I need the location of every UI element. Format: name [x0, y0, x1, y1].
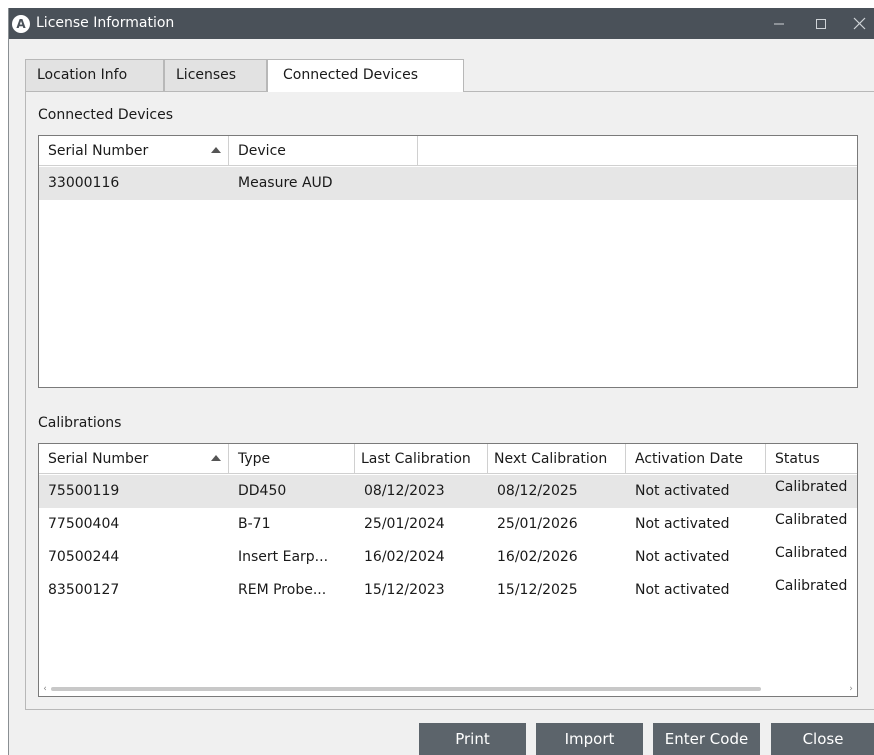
- serial-number-cell: 75500119: [48, 483, 120, 499]
- table-row[interactable]: 83500127 REM Probe... 15/12/2023 15/12/2…: [39, 574, 857, 607]
- column-header-label: Type: [238, 451, 271, 467]
- close-button[interactable]: Close: [771, 723, 874, 755]
- column-header-label: Device: [238, 143, 286, 159]
- scrollbar-thumb[interactable]: [51, 687, 761, 691]
- sort-ascending-icon: [211, 455, 221, 461]
- scroll-right-icon[interactable]: ›: [845, 682, 857, 696]
- type-cell: DD450: [238, 483, 287, 499]
- tab-licenses[interactable]: Licenses: [164, 59, 267, 91]
- status-cell: Calibrated: [775, 578, 848, 594]
- status-cell: Calibrated: [775, 512, 848, 528]
- enter-code-button[interactable]: Enter Code: [653, 723, 760, 755]
- column-header-status[interactable]: Status: [766, 444, 857, 474]
- serial-number-cell: 33000116: [48, 175, 120, 191]
- horizontal-scrollbar[interactable]: ‹ ›: [39, 682, 857, 696]
- type-cell: REM Probe...: [238, 582, 327, 598]
- status-cell: Calibrated: [775, 479, 848, 495]
- column-header-label: Next Calibration: [494, 451, 608, 467]
- app-logo-icon: A: [12, 15, 30, 33]
- column-header-type[interactable]: Type: [229, 444, 355, 474]
- grid-header: Serial Number Type Last Calibration Next…: [39, 444, 857, 474]
- type-cell: Insert Earp...: [238, 549, 329, 565]
- last-calibration-cell: 25/01/2024: [364, 516, 445, 532]
- table-row[interactable]: 70500244 Insert Earp... 16/02/2024 16/02…: [39, 541, 857, 574]
- window-title: License Information: [36, 15, 175, 31]
- close-icon: [853, 17, 865, 30]
- tab-content-panel: Connected Devices Serial Number Device 3…: [25, 91, 874, 710]
- minimize-icon: [774, 23, 784, 24]
- activation-date-cell: Not activated: [635, 582, 730, 598]
- column-header-label: Activation Date: [635, 451, 744, 467]
- grid-header: Serial Number Device: [39, 136, 857, 166]
- last-calibration-cell: 15/12/2023: [364, 582, 445, 598]
- table-row[interactable]: 75500119 DD450 08/12/2023 08/12/2025 Not…: [39, 475, 857, 508]
- column-header-serial-number[interactable]: Serial Number: [39, 444, 229, 474]
- window-close-button[interactable]: [843, 8, 874, 39]
- activation-date-cell: Not activated: [635, 483, 730, 499]
- column-header-device[interactable]: Device: [229, 136, 418, 166]
- column-header-label: Status: [775, 451, 820, 467]
- next-calibration-cell: 25/01/2026: [497, 516, 578, 532]
- activation-date-cell: Not activated: [635, 516, 730, 532]
- calibrations-grid[interactable]: Serial Number Type Last Calibration Next…: [38, 443, 858, 697]
- column-header-label: Serial Number: [48, 451, 149, 467]
- column-header-activation-date[interactable]: Activation Date: [626, 444, 766, 474]
- title-bar[interactable]: A License Information: [9, 8, 874, 39]
- import-button[interactable]: Import: [536, 723, 643, 755]
- activation-date-cell: Not activated: [635, 549, 730, 565]
- sort-ascending-icon: [211, 147, 221, 153]
- status-cell: Calibrated: [775, 545, 848, 561]
- maximize-icon: [816, 18, 826, 29]
- column-header-next-calibration[interactable]: Next Calibration: [488, 444, 626, 474]
- next-calibration-cell: 15/12/2025: [497, 582, 578, 598]
- device-cell: Measure AUD: [238, 175, 333, 191]
- connected-devices-grid[interactable]: Serial Number Device 33000116 Measure AU…: [38, 135, 858, 388]
- tab-location-info[interactable]: Location Info: [25, 59, 164, 91]
- license-information-window: A License Information Location Info Lice…: [8, 8, 874, 755]
- minimize-button[interactable]: [759, 8, 799, 39]
- connected-devices-label: Connected Devices: [38, 107, 174, 123]
- last-calibration-cell: 16/02/2024: [364, 549, 445, 565]
- print-button[interactable]: Print: [419, 723, 526, 755]
- calibrations-label: Calibrations: [38, 415, 122, 431]
- next-calibration-cell: 08/12/2025: [497, 483, 578, 499]
- type-cell: B-71: [238, 516, 271, 532]
- column-header-last-calibration[interactable]: Last Calibration: [355, 444, 488, 474]
- serial-number-cell: 83500127: [48, 582, 120, 598]
- column-header-label: Serial Number: [48, 143, 149, 159]
- scroll-left-icon[interactable]: ‹: [39, 682, 51, 696]
- maximize-button[interactable]: [801, 8, 841, 39]
- next-calibration-cell: 16/02/2026: [497, 549, 578, 565]
- table-row[interactable]: 77500404 B-71 25/01/2024 25/01/2026 Not …: [39, 508, 857, 541]
- button-bar: Print Import Enter Code Close: [9, 723, 874, 755]
- serial-number-cell: 77500404: [48, 516, 120, 532]
- column-header-serial-number[interactable]: Serial Number: [39, 136, 229, 166]
- table-row[interactable]: 33000116 Measure AUD: [39, 167, 857, 200]
- last-calibration-cell: 08/12/2023: [364, 483, 445, 499]
- serial-number-cell: 70500244: [48, 549, 120, 565]
- column-header-label: Last Calibration: [361, 451, 471, 467]
- tab-connected-devices[interactable]: Connected Devices: [267, 59, 464, 92]
